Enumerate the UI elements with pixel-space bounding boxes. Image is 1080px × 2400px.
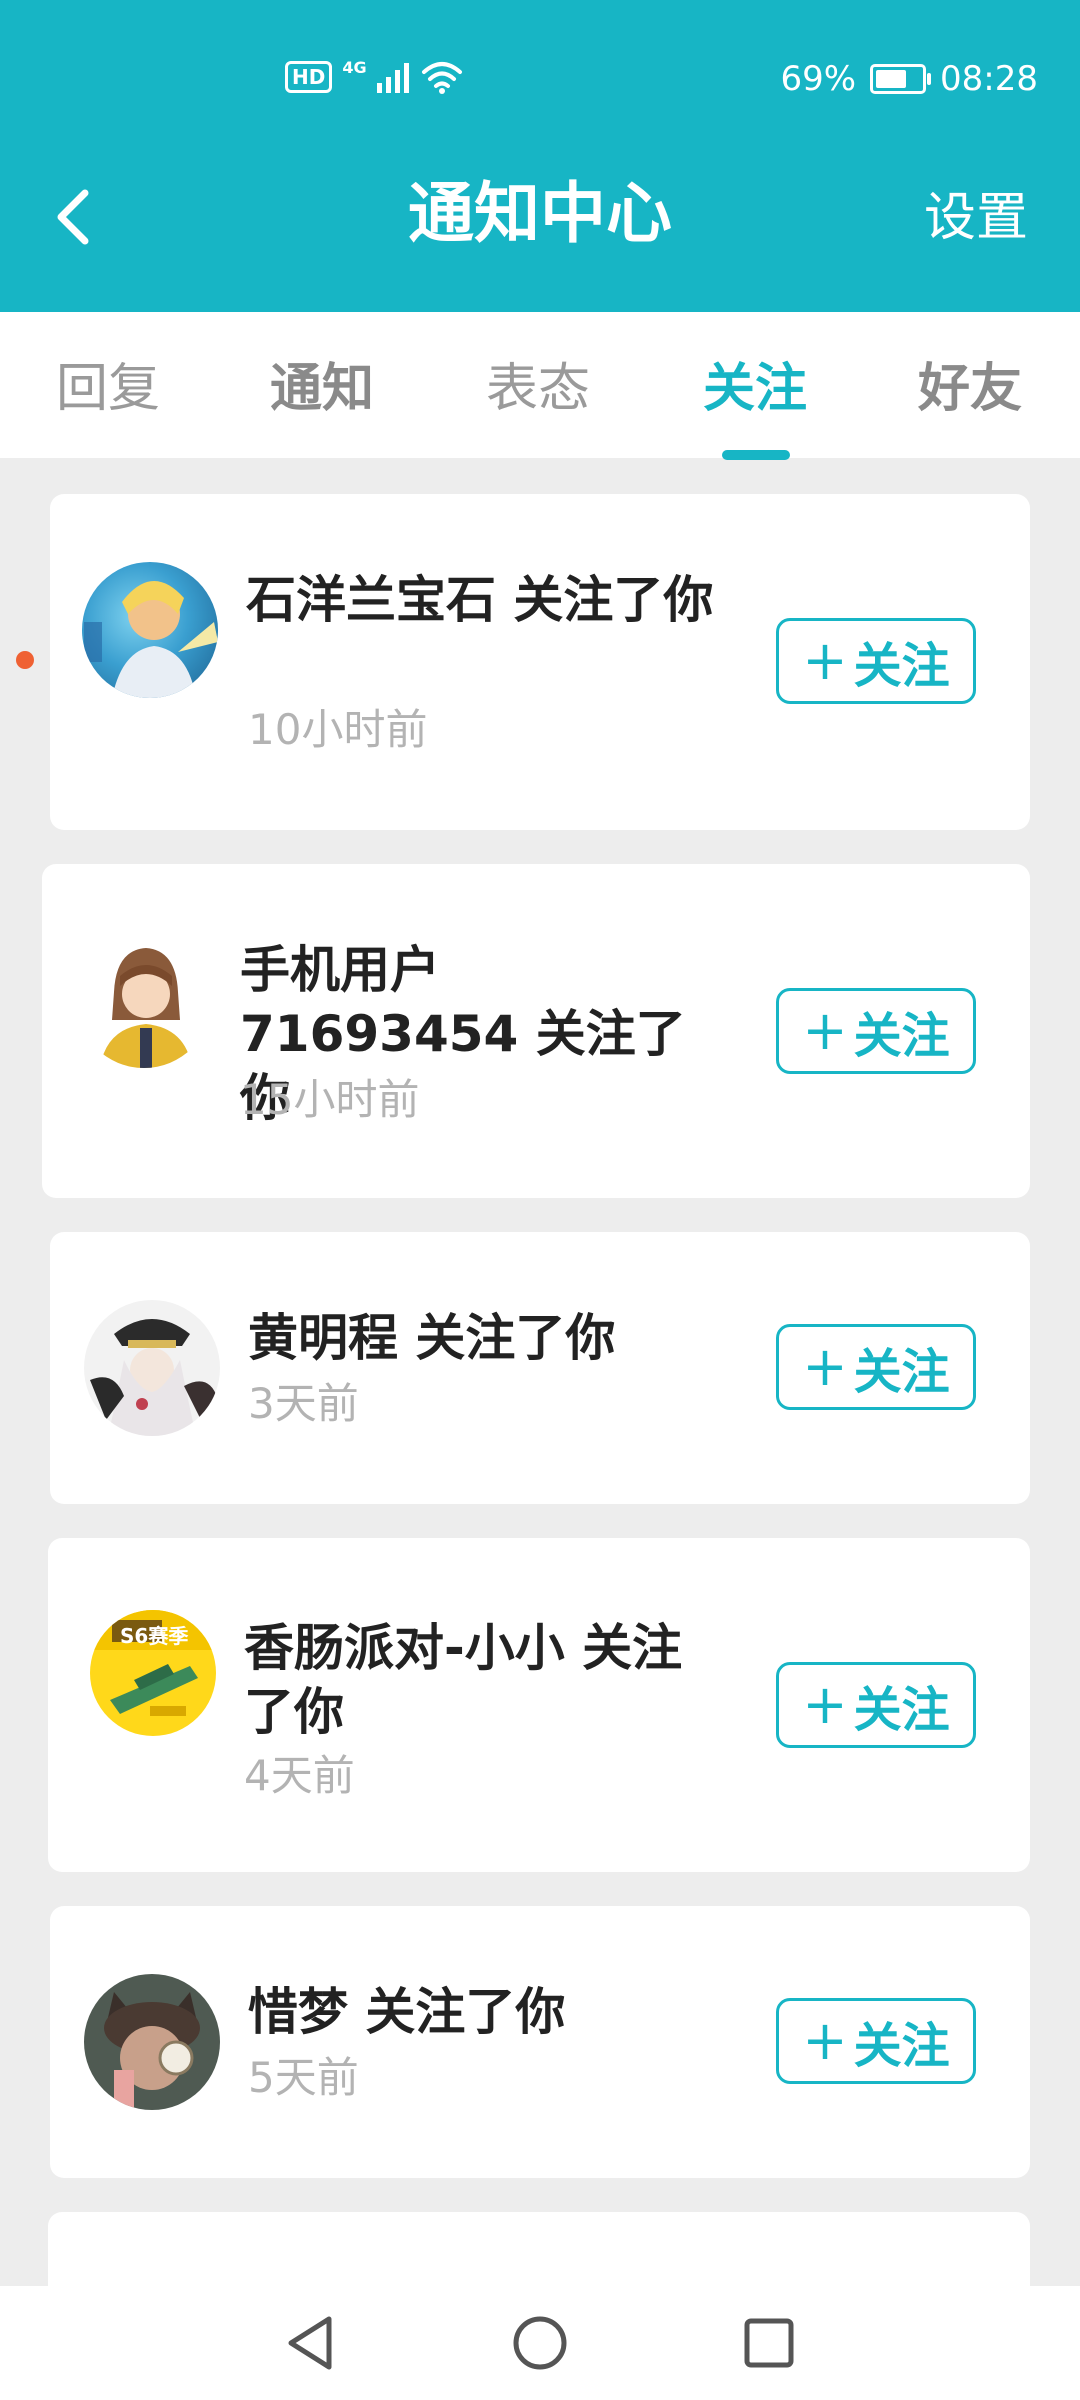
settings-button[interactable]: 设置 [924, 183, 1028, 253]
status-bar: HD 4G 69% 08:28 [0, 50, 1080, 110]
tab-friends[interactable]: 好友 [918, 354, 1022, 424]
plus-icon: + [802, 1335, 848, 1398]
nav-home-button[interactable] [505, 2308, 575, 2378]
nav-back-button[interactable] [274, 2308, 344, 2378]
unread-dot [16, 651, 34, 669]
notification-text: 黄明程 关注了你 [248, 1309, 616, 1367]
avatar-image [104, 1992, 200, 2110]
circle-home-icon [513, 2316, 567, 2370]
notification-text: 惜梦 关注了你 [248, 1983, 566, 2041]
follow-button-label: 关注 [853, 2018, 950, 2074]
follow-button[interactable]: + 关注 [776, 1324, 976, 1410]
system-nav-bar [0, 2286, 1080, 2400]
page-title: 通知中心 [408, 175, 672, 252]
avatar-image [90, 1319, 218, 1436]
status-icons: HD 4G [285, 56, 463, 98]
avatar[interactable] [84, 1974, 220, 2110]
follow-button-label: 关注 [853, 638, 950, 694]
list-item[interactable]: 黄明程 关注了你 3天前 + 关注 [50, 1232, 1030, 1504]
notification-time: 5天前 [248, 2053, 359, 2102]
list-item[interactable]: S6赛季 香肠派对-小小 关注了你 4天前 + 关注 [48, 1538, 1030, 1872]
tab-reaction[interactable]: 表态 [486, 354, 590, 424]
follow-button-label: 关注 [853, 1682, 950, 1738]
active-tab-indicator [722, 450, 790, 460]
follow-button-label: 关注 [853, 1344, 950, 1400]
avatar-image [100, 948, 192, 1068]
signal-icon [376, 63, 409, 93]
battery-percent: 69% [780, 59, 857, 99]
follow-button[interactable]: + 关注 [776, 618, 976, 704]
plus-icon: + [802, 1673, 848, 1736]
clock: 08:28 [940, 59, 1038, 99]
status-right: 69% 08:28 [780, 58, 1038, 100]
avatar[interactable]: S6赛季 [90, 1610, 216, 1736]
avatar[interactable] [82, 562, 218, 698]
follow-button[interactable]: + 关注 [776, 1998, 976, 2084]
avatar[interactable] [84, 1300, 220, 1436]
follow-button[interactable]: + 关注 [776, 1662, 976, 1748]
network-type-label: 4G [342, 57, 367, 77]
tab-follow[interactable]: 关注 [703, 354, 807, 424]
nav-recents-button[interactable] [734, 2308, 804, 2378]
avatar-caption: S6赛季 [120, 1624, 189, 1648]
back-button[interactable] [48, 178, 98, 256]
list-item[interactable]: 手机用户71693454 关注了你 15小时前 + 关注 [42, 864, 1030, 1198]
notification-text: 石洋兰宝石 关注了你 [246, 571, 714, 629]
notification-time: 3天前 [248, 1379, 359, 1428]
list-item[interactable]: 惜梦 关注了你 5天前 + 关注 [50, 1906, 1030, 2178]
plus-icon: + [802, 2009, 848, 2072]
battery-icon [870, 64, 932, 94]
wifi-icon [421, 62, 462, 94]
battery-level [876, 70, 907, 88]
notification-time: 10小时前 [248, 705, 428, 754]
tab-reply[interactable]: 回复 [56, 354, 160, 424]
square-recents-icon [744, 2318, 794, 2368]
follow-button-label: 关注 [853, 1008, 950, 1064]
triangle-back-icon [288, 2316, 332, 2370]
tab-bar: 回复 通知 表态 关注 好友 [0, 312, 1080, 460]
follow-button[interactable]: + 关注 [776, 988, 976, 1074]
notification-text: 香肠派对-小小 关注了你 [244, 1619, 683, 1741]
chevron-left-icon [57, 189, 89, 245]
plus-icon: + [802, 629, 848, 692]
notification-time: 4天前 [244, 1751, 355, 1800]
tab-notice[interactable]: 通知 [270, 354, 374, 424]
avatar[interactable] [76, 932, 212, 1068]
app-header: HD 4G 69% 08:28 通知中心 设置 [0, 0, 1080, 312]
plus-icon: + [802, 999, 848, 1062]
notification-time: 15小时前 [240, 1075, 420, 1124]
list-item[interactable]: 石洋兰宝石 关注了你 10小时前 + 关注 [50, 494, 1030, 830]
avatar-image [84, 580, 218, 698]
hd-badge: HD [285, 61, 333, 93]
